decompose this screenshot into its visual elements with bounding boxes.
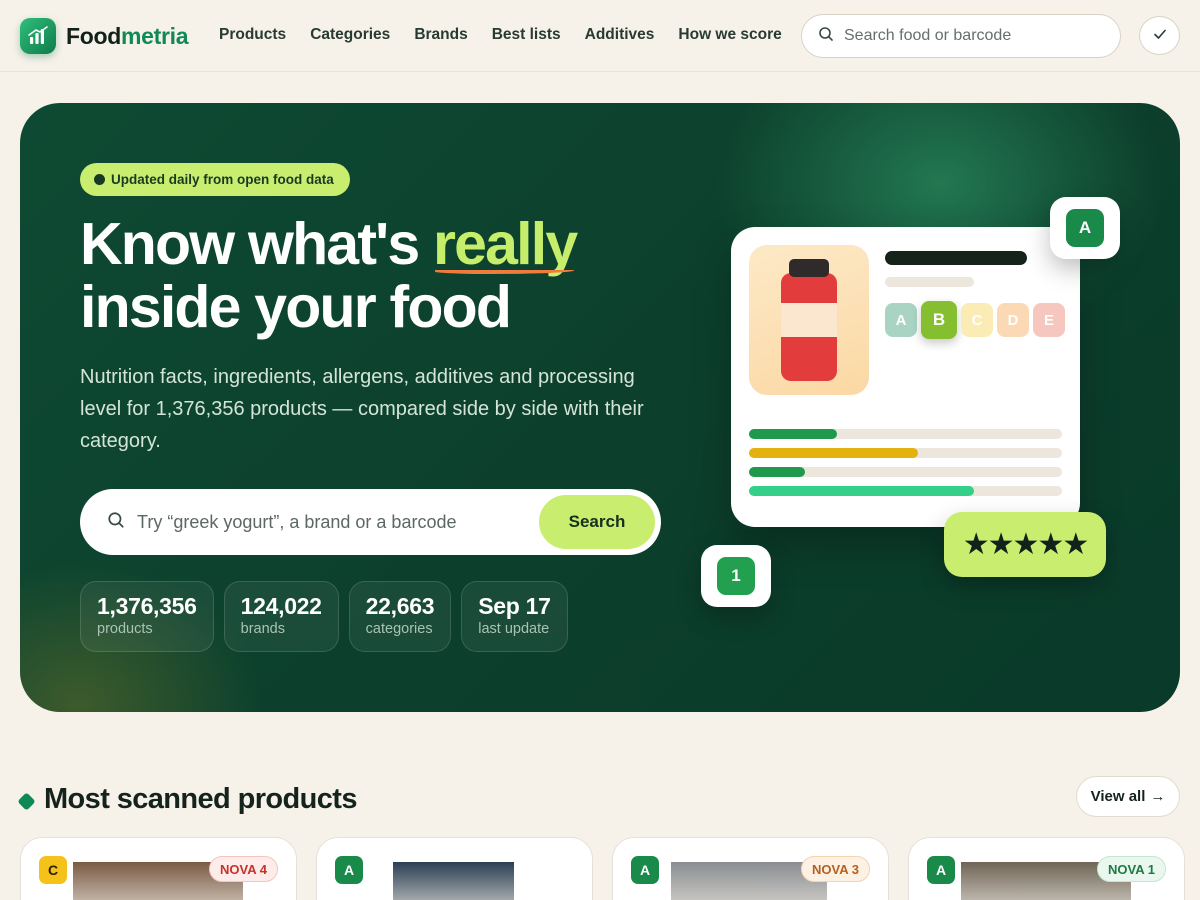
hero-title-before: Know what's bbox=[80, 211, 433, 277]
nutrient-bar-track bbox=[749, 429, 1062, 439]
nutri-score-badge: C bbox=[39, 856, 67, 884]
checkmark-button[interactable] bbox=[1139, 16, 1180, 55]
nova-badge: NOVA 4 bbox=[209, 856, 278, 882]
nav-brands[interactable]: Brands bbox=[414, 26, 467, 44]
hero-title-after: inside your food bbox=[80, 274, 512, 340]
main-nav: Products Categories Brands Best lists Ad… bbox=[219, 26, 782, 44]
product-card-illustration: ABCDE bbox=[731, 227, 1080, 527]
view-all-button[interactable]: View all → bbox=[1076, 776, 1180, 817]
section-title: Most scanned products bbox=[44, 783, 357, 815]
jar-lid bbox=[789, 259, 829, 277]
nav-additives[interactable]: Additives bbox=[585, 26, 655, 44]
stat-value: 22,663 bbox=[365, 593, 435, 619]
top-header: Foodmetria Products Categories Brands Be… bbox=[0, 0, 1200, 72]
nutri-score-badge: A bbox=[631, 856, 659, 884]
nutrient-bar-track bbox=[749, 486, 1062, 496]
logo-name-accent: metria bbox=[121, 22, 189, 49]
nutri-score-badge: A bbox=[927, 856, 955, 884]
nutri-grade-scale: ABCDE bbox=[885, 301, 1065, 339]
stat-value: Sep 17 bbox=[478, 593, 551, 619]
product-card-list: C NOVA 4 A A NOVA 3 A NOVA 1 bbox=[20, 837, 1185, 900]
product-card[interactable]: A NOVA 1 bbox=[908, 837, 1185, 900]
stat-label: last update bbox=[478, 621, 550, 637]
nova-badge-floating: 1 bbox=[701, 545, 771, 607]
stat-label: categories bbox=[365, 621, 433, 637]
search-icon bbox=[107, 511, 125, 533]
nav-how-we-score[interactable]: How we score bbox=[678, 26, 781, 44]
stat-brands: 124,022 brands bbox=[223, 581, 339, 652]
placeholder-title-bar bbox=[885, 251, 1027, 265]
logo-name-prefix: Food bbox=[66, 22, 121, 49]
nutrient-bar-track bbox=[749, 448, 1062, 458]
view-all-label: View all bbox=[1090, 788, 1146, 805]
hero-lead: Nutrition facts, ingredients, allergens,… bbox=[80, 366, 644, 452]
search-icon bbox=[818, 26, 834, 46]
stat-value: 1,376,356 bbox=[97, 593, 197, 619]
nav-products[interactable]: Products bbox=[219, 26, 286, 44]
score-badge-floating: A bbox=[1050, 197, 1120, 259]
hero-title-highlight: really bbox=[433, 213, 578, 276]
nova-badge: NOVA 1 bbox=[1097, 856, 1166, 882]
grade-b: B bbox=[921, 301, 957, 339]
hero-title: Know what's really inside your food bbox=[80, 213, 700, 339]
header-search-input[interactable] bbox=[844, 27, 1104, 45]
hero-search-box[interactable]: Search bbox=[80, 489, 661, 555]
nutrient-bar-fill bbox=[749, 467, 806, 477]
stat-products: 1,376,356 products bbox=[80, 581, 214, 652]
placeholder-subtitle-bar bbox=[885, 277, 974, 287]
five-stars-icon: ★★★★★ bbox=[962, 527, 1089, 562]
stat-categories: 22,663 categories bbox=[348, 581, 452, 652]
grade-a: A bbox=[885, 303, 917, 337]
arrow-right-icon: → bbox=[1150, 788, 1166, 805]
hero-search-input[interactable] bbox=[137, 511, 517, 533]
grade-c: C bbox=[961, 303, 993, 337]
jar-label bbox=[781, 303, 837, 337]
hero-banner: Updated daily from open food data Know w… bbox=[20, 103, 1180, 712]
grade-d: D bbox=[997, 303, 1029, 337]
logo[interactable]: Foodmetria bbox=[20, 18, 189, 54]
header-search-box[interactable] bbox=[801, 14, 1121, 58]
nutrient-bar-fill bbox=[749, 429, 837, 439]
stat-label: products bbox=[97, 621, 153, 637]
star-rating-badge: ★★★★★ bbox=[944, 512, 1106, 577]
product-photo bbox=[393, 862, 514, 900]
logo-chart-icon bbox=[20, 18, 56, 54]
stat-value: 124,022 bbox=[240, 593, 322, 619]
stats-row: 1,376,356 products 124,022 brands 22,663… bbox=[80, 581, 568, 652]
stat-last-update: Sep 17 last update bbox=[461, 581, 568, 652]
update-pill: Updated daily from open food data bbox=[80, 163, 350, 196]
nutrient-bar-fill bbox=[749, 448, 919, 458]
nav-categories[interactable]: Categories bbox=[310, 26, 390, 44]
product-card[interactable]: A bbox=[316, 837, 593, 900]
nutrient-bar-fill bbox=[749, 486, 975, 496]
product-card[interactable]: A NOVA 3 bbox=[612, 837, 889, 900]
nav-best-lists[interactable]: Best lists bbox=[492, 26, 561, 44]
grade-e: E bbox=[1033, 303, 1065, 337]
jar-illustration bbox=[749, 245, 869, 395]
update-pill-label: Updated daily from open food data bbox=[111, 172, 334, 187]
nova-badge: NOVA 3 bbox=[801, 856, 870, 882]
status-dot-icon bbox=[94, 174, 105, 185]
logo-wordmark: Foodmetria bbox=[66, 22, 189, 50]
nova-badge-number: 1 bbox=[717, 557, 755, 595]
score-badge-letter: A bbox=[1066, 209, 1104, 247]
stat-label: brands bbox=[240, 621, 285, 637]
nutrient-bar-track bbox=[749, 467, 1062, 477]
section-diamond-icon bbox=[17, 792, 36, 811]
product-card[interactable]: C NOVA 4 bbox=[20, 837, 297, 900]
hero-search-button[interactable]: Search bbox=[539, 495, 655, 549]
nutri-score-badge: A bbox=[335, 856, 363, 884]
checkmark-icon bbox=[1152, 26, 1168, 46]
